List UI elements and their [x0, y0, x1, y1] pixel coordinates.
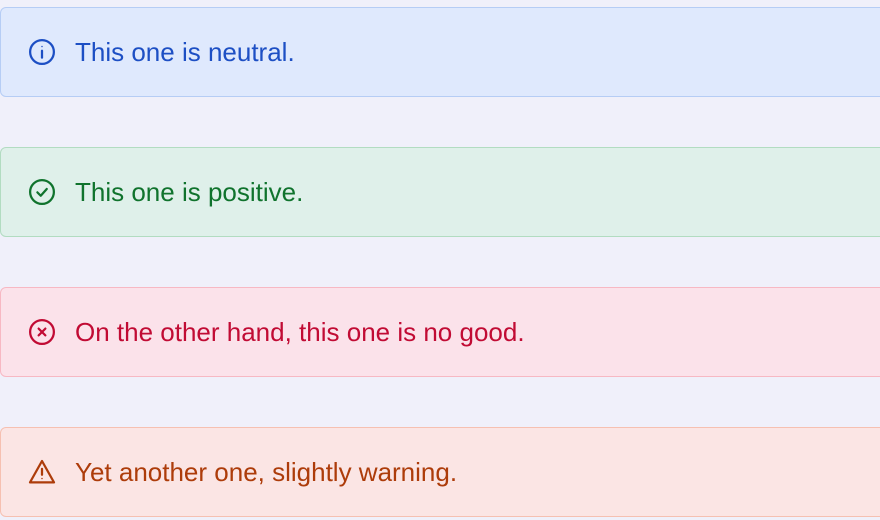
alert-neutral-text: This one is neutral.: [75, 37, 295, 67]
alert-positive-text: This one is positive.: [75, 177, 304, 207]
alert-neutral: This one is neutral.: [0, 7, 880, 97]
check-circle-icon: [27, 177, 57, 207]
alert-positive: This one is positive.: [0, 147, 880, 237]
alert-warning: Yet another one, slightly warning.: [0, 427, 880, 517]
alert-list: This one is neutral. This one is positiv…: [0, 0, 880, 520]
alert-warning-text: Yet another one, slightly warning.: [75, 457, 458, 487]
alert-negative: On the other hand, this one is no good.: [0, 287, 880, 377]
x-circle-icon: [27, 317, 57, 347]
info-icon: [27, 37, 57, 67]
warning-icon: [27, 457, 57, 487]
alert-negative-text: On the other hand, this one is no good.: [75, 317, 525, 347]
